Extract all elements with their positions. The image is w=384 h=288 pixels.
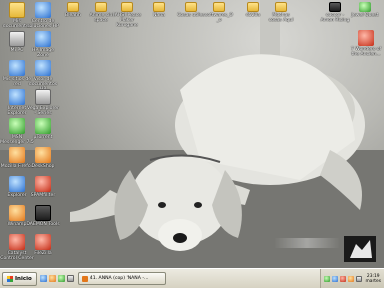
system-tray: 23:19 martes <box>319 269 384 288</box>
firefox-icon[interactable] <box>48 275 56 282</box>
clock-time: 23:19 <box>366 273 380 279</box>
desktop-icon-label: d520a <box>245 13 261 18</box>
desktop-icon-label: Cosas utiles <box>177 13 205 18</box>
desktop-icon-folder-2[interactable]: [AHS] Peace Maker Kurogane <box>112 2 142 29</box>
folder-icon <box>121 2 133 12</box>
utorrent-icon <box>35 118 51 134</box>
desktop-icon-label: Vega Explorer - Series <box>27 106 59 117</box>
desktop-icon-label: cuccor - Amon Rising <box>320 13 350 24</box>
msn-messenger-icon[interactable] <box>57 275 65 282</box>
quick-launch-bar <box>39 275 74 282</box>
folder-icon <box>247 2 259 12</box>
taskbar-clock[interactable]: 23:19 martes <box>366 274 381 284</box>
desktop-icon-filezilla[interactable]: FileZilla <box>26 234 60 256</box>
desktop-icon-folder-3[interactable]: Nana <box>144 2 174 18</box>
windows-logo-icon <box>7 275 13 282</box>
desktop-icon-folder-7[interactable]: Muchas cosas Aquí <box>266 2 296 23</box>
desktop-icon-folder-6[interactable]: d520a <box>238 2 268 18</box>
desktop-icon-folder-5[interactable]: softwares_O_o <box>204 2 234 23</box>
desktop-icon-label: Muchas cosas Aquí <box>268 13 294 24</box>
desktop-icon-label: DAEMON Tools <box>26 222 60 227</box>
internet-explorer-icon[interactable] <box>39 275 47 282</box>
explorer-icon <box>9 176 25 192</box>
catalyst-icon <box>9 234 25 250</box>
desktop-icon-label: µTorrent <box>33 135 53 140</box>
desktop-icon-daemon-tools[interactable]: DAEMON Tools <box>26 205 60 227</box>
spamfilter-icon <box>35 176 51 192</box>
desktop-icon-hp-image-zone[interactable]: HP Image Zone <box>26 31 60 58</box>
desktop-icon-jewel-quest-9[interactable]: Jewel Quest <box>350 2 380 18</box>
tray-antivirus-icon[interactable] <box>339 275 346 282</box>
desktop-icon-label: 7 Wonders of the Ancien... <box>350 47 382 58</box>
desktop-icon-label: [AHS] Peace Maker Kurogane <box>112 13 142 29</box>
desktop-icon-seven-wonders[interactable]: 7 Wonders of the Ancien... <box>350 30 382 57</box>
tray-safely-remove-icon[interactable] <box>355 275 362 282</box>
desktop-icon-cuccor-8[interactable]: cuccor - Amon Rising <box>320 2 350 23</box>
daemon-tools-icon <box>35 205 51 221</box>
desktop-icon-label: Jewel Quest <box>351 13 379 18</box>
seven-wonders-icon <box>358 30 374 46</box>
my-computer-icon <box>9 31 25 47</box>
start-label: Inicio <box>15 275 32 282</box>
desktop-icon-folder-4[interactable]: Cosas utiles <box>176 2 206 18</box>
network-places-icon <box>9 60 25 76</box>
filezilla-icon <box>35 234 51 250</box>
tray-volume-icon[interactable] <box>331 275 338 282</box>
jewel-quest-icon <box>359 2 371 12</box>
folder-icon <box>95 2 107 12</box>
clock-day: martes <box>365 278 381 284</box>
desktop-icon-label: FileZilla <box>34 251 52 256</box>
wallpaper-watermark <box>274 238 340 248</box>
cuccor-icon <box>329 2 341 12</box>
show-desktop-icon[interactable] <box>66 275 74 282</box>
folder-icon <box>275 2 287 12</box>
hp-image-zone-icon <box>35 31 51 47</box>
winamp-icon <box>9 205 25 221</box>
start-button[interactable]: Inicio <box>2 271 37 286</box>
desktop-icon-spamfilter[interactable]: SPAMfillter <box>26 176 60 198</box>
desktop-icon-label: Bleahh <box>65 13 81 18</box>
tray-network-icon[interactable] <box>323 275 330 282</box>
folder-icon <box>153 2 165 12</box>
desktop-icon-label: DeskShop <box>31 164 55 169</box>
msn-messenger-icon <box>9 118 25 134</box>
desktop-icon-deskshop[interactable]: DeskShop <box>26 147 60 169</box>
desktop-icon-label: Nana <box>153 13 165 18</box>
folder-icon <box>9 2 25 18</box>
desktop-icon-hp-solution-center[interactable]: Centro de soluciones HP <box>26 2 60 29</box>
hp-solution-center-icon <box>35 2 51 18</box>
desktop-icon-utorrent[interactable]: µTorrent <box>26 118 60 140</box>
internet-explorer-icon <box>9 89 25 105</box>
deskshop-icon <box>35 147 51 163</box>
firefox-icon <box>9 147 25 163</box>
desktop-icon-label: Centro de soluciones HP <box>27 19 59 30</box>
desktop-icon-label: softwares_O_o <box>204 13 234 24</box>
desktop-icon-vega-explorer[interactable]: Vega Explorer - Series <box>26 89 60 116</box>
tray-app-icon[interactable] <box>347 275 354 282</box>
taskbar-button-label: 41. ANNA (cop) 'NANA -... <box>89 276 149 281</box>
folder-icon <box>67 2 79 12</box>
folder-icon <box>185 2 197 12</box>
desktop-icon-label: SPAMfillter <box>30 193 56 198</box>
winamp-icon <box>81 275 88 282</box>
vega-explorer-icon <box>35 89 51 105</box>
hp-document-viewer-icon <box>35 60 51 76</box>
desktop-icon-folder-0[interactable]: Bleahh <box>58 2 88 18</box>
folder-icon <box>213 2 225 12</box>
taskbar-button-winamp[interactable]: 41. ANNA (cop) 'NANA -... <box>77 272 166 285</box>
desktop-icon-hp-document-viewer[interactable]: Visor de documentos HP <box>26 60 60 93</box>
taskbar: Inicio 41. ANNA (cop) 'NANA -... 23:19 m… <box>0 268 384 288</box>
desktop-icon-label: HP Image Zone <box>31 48 55 59</box>
